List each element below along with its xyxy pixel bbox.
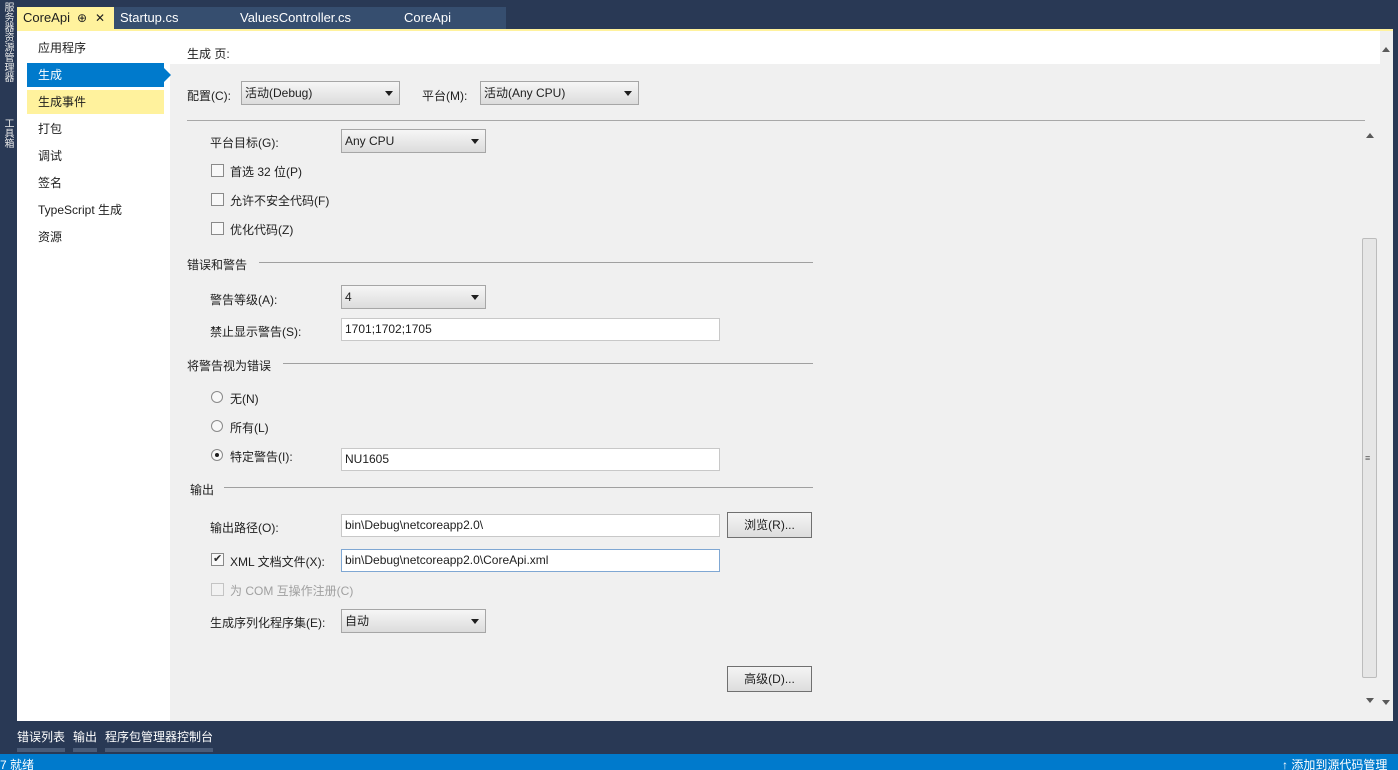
document-tab-strip: CoreApi ⊕ ✕ Startup.cs ValuesController.… xyxy=(17,7,506,29)
add-to-source-control[interactable]: ↑ 添加到源代码管理 xyxy=(1282,756,1387,770)
platform-label: 平台(M): xyxy=(422,89,468,103)
tool-window-tabs: 错误列表 输出 程序包管理器控制台 xyxy=(17,726,214,752)
status-bar: 7 就绪 ↑ 添加到源代码管理 xyxy=(0,754,1398,770)
nav-item-build-events[interactable]: 生成事件 xyxy=(27,90,164,114)
platform-target-value: Any CPU xyxy=(345,134,395,148)
output-path-input[interactable]: bin\Debug\netcoreapp2.0\ xyxy=(341,514,720,537)
scroll-down-icon[interactable] xyxy=(1366,698,1374,703)
com-interop-label: 为 COM 互操作注册(C) xyxy=(230,584,354,598)
xml-doc-checkbox[interactable] xyxy=(211,552,224,566)
nav-item-signing[interactable]: 签名 xyxy=(27,171,164,195)
warning-level-dropdown[interactable]: 4 xyxy=(341,285,486,309)
properties-nav: 应用程序 生成 生成事件 打包 调试 签名 TypeScript 生成 资源 xyxy=(17,31,171,721)
prefer-32bit-label: 首选 32 位(P) xyxy=(230,165,303,179)
radio-all-label: 所有(L) xyxy=(230,421,269,435)
chevron-down-icon xyxy=(471,295,479,300)
config-label: 配置(C): xyxy=(187,89,231,103)
advanced-button[interactable]: 高级(D)... xyxy=(727,666,812,692)
scroll-up-icon[interactable] xyxy=(1382,47,1390,52)
radio-specific-label: 特定警告(I): xyxy=(230,450,293,464)
chevron-down-icon xyxy=(385,91,393,96)
serialization-value: 自动 xyxy=(345,614,370,628)
platform-target-dropdown[interactable]: Any CPU xyxy=(341,129,486,153)
suppress-warnings-input[interactable]: 1701;1702;1705 xyxy=(341,318,720,341)
tab-error-list[interactable]: 错误列表 xyxy=(17,726,66,752)
tab-package-manager-console[interactable]: 程序包管理器控制台 xyxy=(105,726,214,752)
tab-startup[interactable]: Startup.cs xyxy=(114,7,224,29)
prefer-32bit-checkbox[interactable] xyxy=(211,164,224,177)
allow-unsafe-checkbox[interactable] xyxy=(211,193,224,206)
specific-warnings-input[interactable]: NU1605 xyxy=(341,448,720,471)
tab-label: CoreApi xyxy=(23,10,70,25)
nav-item-typescript[interactable]: TypeScript 生成 xyxy=(27,198,164,222)
warning-level-label: 警告等级(A): xyxy=(210,293,278,307)
output-path-label: 输出路径(O): xyxy=(210,521,279,535)
project-properties-page: 应用程序 生成 生成事件 打包 调试 签名 TypeScript 生成 资源 生… xyxy=(17,31,1393,721)
server-explorer-tab[interactable]: 服务器资源管理器 xyxy=(0,2,13,82)
com-interop-checkbox xyxy=(211,583,224,596)
errors-warnings-heading: 错误和警告 xyxy=(187,258,248,272)
divider xyxy=(259,262,813,263)
side-tool-strip: 服务器资源管理器 工具箱 xyxy=(0,0,13,722)
allow-unsafe-label: 允许不安全代码(F) xyxy=(230,194,330,208)
radio-none[interactable] xyxy=(211,391,223,403)
platform-target-label: 平台目标(G): xyxy=(210,136,279,150)
divider xyxy=(224,487,813,488)
config-dropdown[interactable]: 活动(Debug) xyxy=(241,81,400,105)
nav-item-resources[interactable]: 资源 xyxy=(27,225,164,249)
serialization-label: 生成序列化程序集(E): xyxy=(210,616,326,630)
grip-icon: ≡ xyxy=(1365,453,1371,463)
browse-button[interactable]: 浏览(R)... xyxy=(727,512,812,538)
xml-doc-label: XML 文档文件(X): xyxy=(230,555,325,569)
chevron-down-icon xyxy=(624,91,632,96)
page-title: 生成 页: xyxy=(187,47,230,61)
suppress-warnings-label: 禁止显示警告(S): xyxy=(210,325,302,339)
nav-item-debug[interactable]: 调试 xyxy=(27,144,164,168)
xml-doc-input[interactable]: bin\Debug\netcoreapp2.0\CoreApi.xml xyxy=(341,549,720,572)
serialization-dropdown[interactable]: 自动 xyxy=(341,609,486,633)
platform-dropdown[interactable]: 活动(Any CPU) xyxy=(480,81,639,105)
scroll-down-icon[interactable] xyxy=(1382,700,1390,705)
platform-value: 活动(Any CPU) xyxy=(484,86,566,100)
tab-coreapi-properties[interactable]: CoreApi ⊕ ✕ xyxy=(17,7,114,29)
content-scrollbar[interactable]: ≡ xyxy=(1362,128,1379,708)
page-scrollbar[interactable] xyxy=(1380,31,1393,721)
scroll-up-icon[interactable] xyxy=(1366,133,1374,138)
radio-all[interactable] xyxy=(211,420,223,432)
tab-values-controller[interactable]: ValuesController.cs xyxy=(224,7,388,29)
divider xyxy=(187,120,1365,121)
nav-item-package[interactable]: 打包 xyxy=(27,117,164,141)
warning-level-value: 4 xyxy=(345,290,352,304)
output-heading: 输出 xyxy=(190,483,215,497)
radio-specific[interactable] xyxy=(211,449,223,461)
divider xyxy=(283,363,813,364)
chevron-down-icon xyxy=(471,139,479,144)
nav-item-build[interactable]: 生成 xyxy=(27,63,171,87)
toolbox-tab[interactable]: 工具箱 xyxy=(0,118,13,148)
optimize-label: 优化代码(Z) xyxy=(230,223,294,237)
pin-icon[interactable]: ⊕ xyxy=(76,7,88,29)
radio-none-label: 无(N) xyxy=(230,392,259,406)
close-icon[interactable]: ✕ xyxy=(94,7,106,29)
tab-output[interactable]: 输出 xyxy=(73,726,98,752)
treat-warnings-heading: 将警告视为错误 xyxy=(187,359,272,373)
chevron-down-icon xyxy=(471,619,479,624)
page-header: 生成 页: xyxy=(170,31,1393,64)
tab-coreapi[interactable]: CoreApi xyxy=(388,7,506,29)
config-value: 活动(Debug) xyxy=(245,86,313,100)
nav-item-application[interactable]: 应用程序 xyxy=(27,36,164,60)
optimize-checkbox[interactable] xyxy=(211,222,224,235)
status-text: 7 就绪 xyxy=(0,758,35,770)
